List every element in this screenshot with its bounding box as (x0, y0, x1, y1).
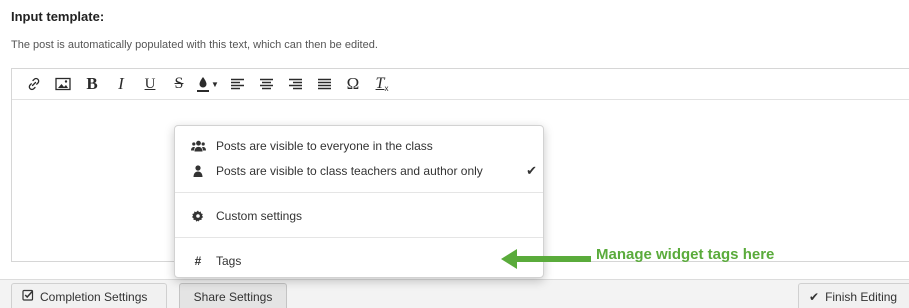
input-template-heading: Input template: (11, 9, 105, 24)
underline-button[interactable]: U (136, 72, 164, 96)
droplet-icon (197, 76, 210, 92)
dropdown-item-visible-teachers-author[interactable]: Posts are visible to class teachers and … (175, 158, 543, 184)
finish-editing-label: Finish Editing (825, 289, 898, 304)
x-icon: x (384, 83, 389, 93)
special-character-button[interactable]: Ω (339, 72, 367, 96)
user-icon (190, 165, 206, 177)
completion-settings-label: Completion Settings (40, 289, 148, 304)
bottom-action-bar: Completion Settings Share Settings ✔ Fin… (0, 279, 909, 308)
dropdown-item-label: Posts are visible to everyone in the cla… (216, 139, 433, 153)
dropdown-item-visible-everyone[interactable]: Posts are visible to everyone in the cla… (175, 133, 543, 159)
image-icon[interactable] (49, 72, 77, 96)
finish-editing-button[interactable]: ✔ Finish Editing (798, 283, 909, 308)
dropdown-divider (175, 237, 543, 238)
gear-icon (190, 210, 206, 222)
checkmark-icon: ✔ (526, 163, 537, 178)
link-icon[interactable] (20, 72, 48, 96)
editor-toolbar: B I U S ▼ Ω T x (12, 69, 909, 100)
bold-button[interactable]: B (78, 72, 106, 96)
dropdown-item-label: Custom settings (216, 209, 303, 223)
text-color-button[interactable]: ▼ (194, 72, 222, 96)
dropdown-item-custom-settings[interactable]: Custom settings (175, 203, 543, 229)
checkbox-checked-icon (22, 289, 34, 304)
dropdown-item-tags[interactable]: # Tags (175, 248, 543, 274)
share-settings-label: Share Settings (193, 289, 273, 304)
input-template-description: The post is automatically populated with… (11, 39, 378, 51)
dropdown-item-label: Posts are visible to class teachers and … (216, 164, 483, 178)
clear-formatting-button[interactable]: T x (368, 72, 396, 96)
clear-format-icon: T (375, 75, 385, 92)
dropdown-item-label: Tags (216, 254, 242, 268)
align-right-button[interactable] (281, 72, 309, 96)
annotation-callout: Manage widget tags here (499, 244, 804, 274)
hash-icon: # (194, 254, 202, 268)
chevron-down-icon: ▼ (211, 79, 219, 89)
share-settings-button[interactable]: Share Settings (179, 283, 287, 308)
checkmark-icon: ✔ (809, 289, 820, 304)
dropdown-divider (175, 192, 543, 193)
annotation-text: Manage widget tags here (596, 246, 775, 263)
users-icon (190, 140, 206, 152)
completion-settings-button[interactable]: Completion Settings (11, 283, 167, 308)
align-left-button[interactable] (223, 72, 251, 96)
italic-button[interactable]: I (107, 72, 135, 96)
arrow-left-icon (501, 249, 591, 269)
share-settings-dropdown: Posts are visible to everyone in the cla… (174, 125, 544, 278)
strikethrough-button[interactable]: S (165, 72, 193, 96)
align-justify-button[interactable] (310, 72, 338, 96)
align-center-button[interactable] (252, 72, 280, 96)
